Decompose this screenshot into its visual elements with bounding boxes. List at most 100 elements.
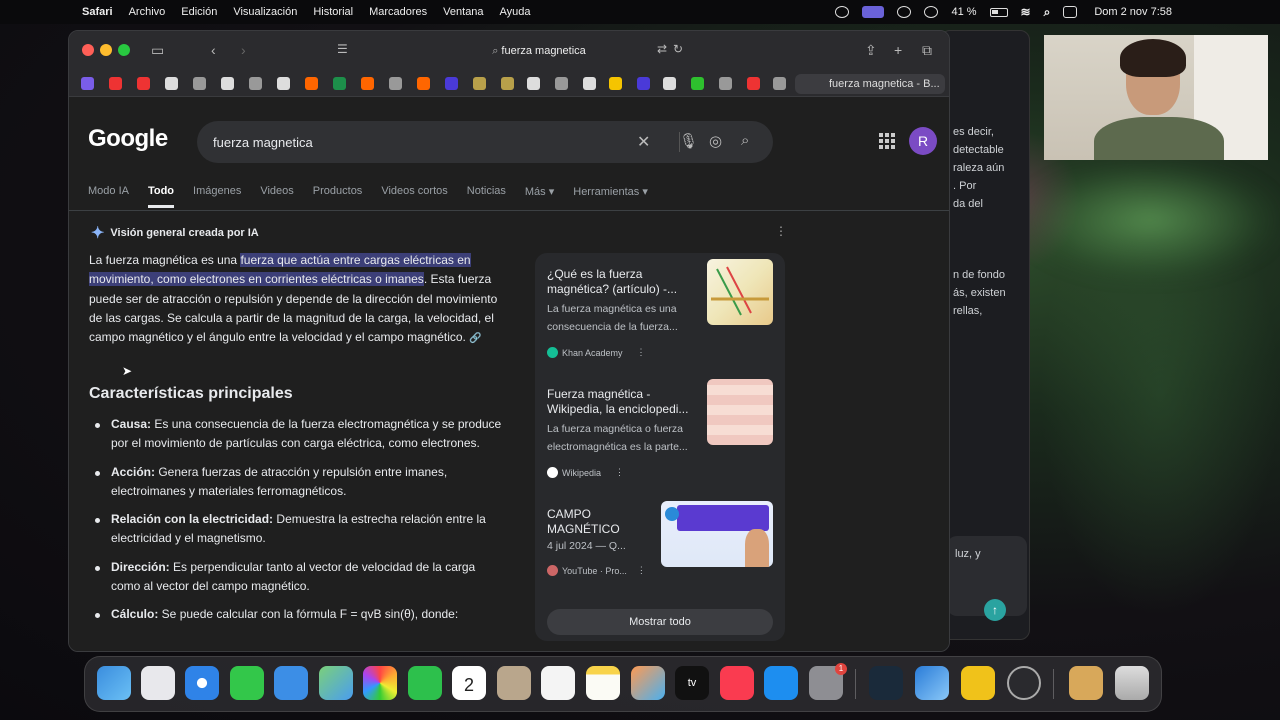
google-apps-icon[interactable] [879,133,895,149]
favorite-icon[interactable] [473,77,486,90]
menu-historial[interactable]: Historial [313,6,353,18]
favorite-icon[interactable] [221,77,234,90]
tab-modo-ia[interactable]: Modo IA [88,185,129,208]
address-bar[interactable]: ⌕ fuerza magnetica [419,41,659,61]
trash-icon[interactable] [1115,666,1149,700]
favorite-icon[interactable] [193,77,206,90]
screen-record-icon[interactable] [835,6,850,18]
messages-icon[interactable] [230,666,264,700]
reminders-icon[interactable] [541,666,575,700]
apple-tv-icon[interactable]: tv [675,666,709,700]
app-store-icon[interactable] [764,666,798,700]
source-card-khan[interactable]: ¿Qué es la fuerza magnética? (artículo) … [547,259,777,377]
maps-icon[interactable] [319,666,353,700]
zoom-window-button[interactable] [118,44,130,56]
facetime-icon[interactable] [408,666,442,700]
favorite-icon[interactable] [609,77,622,90]
translate-icon[interactable]: ⇄ [657,42,667,56]
favorite-icon[interactable] [361,77,374,90]
battery-icon[interactable] [989,7,1008,17]
link-icon[interactable]: 🔗 [469,333,481,344]
calendar-icon[interactable]: 2 [452,666,486,700]
app-icon[interactable] [961,666,995,700]
favorite-icon[interactable] [109,77,122,90]
reload-icon[interactable]: ↻ [673,42,683,56]
page-menu-icon[interactable]: ☰ [337,42,348,56]
tab-todo[interactable]: Todo [147,185,175,208]
favorite-icon[interactable] [389,77,402,90]
menu-archivo[interactable]: Archivo [129,6,166,18]
photos-icon[interactable] [363,666,397,700]
accessibility-icon[interactable] [897,6,912,18]
forward-icon[interactable]: › [241,42,246,58]
sidebar-icon[interactable]: ▭ [151,42,164,59]
control-center-icon[interactable] [1063,6,1078,18]
more-options-icon[interactable]: ⋮ [775,224,787,238]
tab-herramientas[interactable]: Herramientas ▾ [573,185,648,208]
contacts-icon[interactable] [497,666,531,700]
tab-imagenes[interactable]: Imágenes [193,185,241,208]
kebab-icon[interactable]: ⋮ [637,347,646,358]
app-icon[interactable] [915,666,949,700]
card-thumbnail[interactable] [707,259,773,325]
back-icon[interactable]: ‹ [211,42,216,58]
search-input[interactable] [213,131,613,153]
lens-icon[interactable]: ◎ [709,132,722,150]
favorite-icon[interactable] [663,77,676,90]
card-title[interactable]: CAMPO MAGNÉTICO [547,507,647,537]
favorite-icon[interactable] [501,77,514,90]
favorite-icon[interactable] [747,77,760,90]
kebab-icon[interactable]: ⋮ [637,565,646,576]
card-thumbnail[interactable] [707,379,773,445]
tab-active[interactable]: fuerza magnetica - B... [795,74,945,94]
menu-marcadores[interactable]: Marcadores [369,6,427,18]
notes-icon[interactable] [586,666,620,700]
menu-clock[interactable]: Dom 2 nov 7:58 [1094,6,1172,18]
favorite-icon[interactable] [527,77,540,90]
favorite-icon[interactable] [637,77,650,90]
favorite-icon[interactable] [583,77,596,90]
close-window-button[interactable] [82,44,94,56]
tab-noticias[interactable]: Noticias [467,185,506,208]
freeform-icon[interactable] [631,666,665,700]
source-card-wikipedia[interactable]: Fuerza magnética - Wikipedia, la enciclo… [547,379,777,497]
favorite-icon[interactable] [165,77,178,90]
finder-icon[interactable] [97,666,131,700]
card-title[interactable]: ¿Qué es la fuerza magnética? (artículo) … [547,267,697,297]
favorite-icon[interactable] [719,77,732,90]
menu-ventana[interactable]: Ventana [443,6,483,18]
launchpad-icon[interactable] [141,666,175,700]
archive-icon[interactable] [1069,666,1103,700]
search-icon[interactable]: ⌕ [741,132,749,149]
menu-visualizacion[interactable]: Visualización [233,6,297,18]
google-logo[interactable]: Google [88,125,168,153]
favorite-icon[interactable] [137,77,150,90]
avatar[interactable]: R [909,127,937,155]
tab-videos-cortos[interactable]: Videos cortos [381,185,447,208]
focus-icon[interactable] [924,6,939,18]
send-icon[interactable]: ↑ [984,599,1006,621]
new-tab-icon[interactable]: + [894,42,902,58]
kebab-icon[interactable]: ⋮ [615,467,624,478]
favorite-icon[interactable] [555,77,568,90]
card-title[interactable]: Fuerza magnética - Wikipedia, la enciclo… [547,387,697,417]
favorite-icon[interactable] [249,77,262,90]
favorite-icon[interactable] [305,77,318,90]
wifi-icon[interactable]: ≋ [1021,5,1031,19]
source-card-youtube[interactable]: CAMPO MAGNÉTICO 4 jul 2024 — Q... YouTub… [547,501,777,617]
app-icon[interactable] [1007,666,1041,700]
tab-mas[interactable]: Más ▾ [525,185,554,208]
tab-videos[interactable]: Videos [260,185,293,208]
favorite-icon[interactable] [445,77,458,90]
favorite-icon[interactable] [333,77,346,90]
menu-edicion[interactable]: Edición [181,6,217,18]
tab-overview-icon[interactable]: ⧉ [922,42,932,59]
spotlight-icon[interactable]: ⌕ [1044,5,1051,20]
share-icon[interactable]: ⇪ [865,42,877,59]
minimize-window-button[interactable] [100,44,112,56]
stage-manager-icon[interactable] [862,6,885,18]
favorite-icon[interactable] [691,77,704,90]
clear-icon[interactable]: ✕ [637,132,650,152]
favorite-icon[interactable] [81,77,94,90]
microphone-icon[interactable]: 🎙 [679,132,698,150]
